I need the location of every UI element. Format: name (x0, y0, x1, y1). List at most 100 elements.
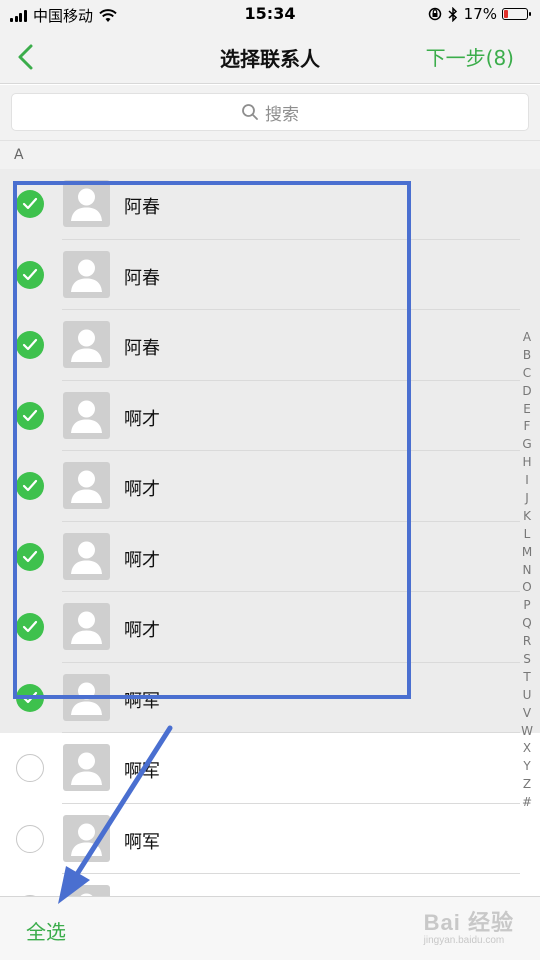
search-input[interactable]: 搜索 (11, 93, 529, 131)
select-checkbox[interactable] (16, 542, 44, 571)
index-letter[interactable]: M (518, 543, 536, 561)
person-placeholder-icon (71, 823, 102, 856)
index-letter[interactable]: J (518, 489, 536, 507)
index-letter[interactable]: Q (518, 614, 536, 632)
checkmark-icon (22, 268, 38, 280)
avatar (63, 391, 110, 439)
avatar (63, 462, 110, 509)
select-checkbox[interactable] (16, 613, 44, 641)
contact-name: 阿春 (124, 338, 160, 359)
bottom-toolbar: 全选 Bai 经验 jingyan.baidu.com (0, 896, 540, 960)
select-checkbox[interactable] (16, 472, 44, 500)
contact-name: 阿春 (124, 267, 160, 289)
checkmark-icon (22, 691, 38, 703)
avatar (63, 250, 110, 298)
avatar (63, 180, 110, 227)
battery-level-fill (504, 10, 508, 18)
person-placeholder-icon (71, 682, 102, 715)
avatar (63, 321, 110, 368)
index-letter[interactable]: K (518, 507, 536, 525)
contact-row[interactable]: 啊军 (0, 662, 540, 733)
contact-row[interactable]: 阿春 (0, 239, 540, 310)
index-letter[interactable]: E (518, 400, 536, 418)
select-checkbox[interactable] (16, 331, 44, 359)
select-checkbox[interactable] (16, 401, 44, 430)
watermark-logo-text: Bai 经验 (423, 910, 514, 935)
contact-row[interactable]: 阿春 (0, 310, 540, 381)
avatar (63, 673, 110, 721)
index-letter[interactable]: C (518, 364, 536, 382)
index-letter[interactable]: I (518, 471, 536, 489)
battery-icon (502, 8, 531, 20)
index-letter[interactable]: R (518, 632, 536, 650)
index-letter[interactable]: S (518, 650, 536, 668)
contact-row[interactable]: 阿春 (0, 169, 540, 240)
search-area: 搜索 (0, 85, 540, 141)
section-header: A (0, 141, 540, 169)
contact-name: 啊军 (124, 831, 160, 853)
contact-row[interactable]: 啊才 (0, 451, 540, 522)
index-letter[interactable]: Z (518, 775, 536, 793)
index-letter[interactable]: O (518, 578, 536, 596)
index-letter[interactable]: P (518, 596, 536, 614)
checkmark-icon (22, 620, 38, 633)
watermark-url: jingyan.baidu.com (423, 935, 505, 946)
index-letter[interactable]: L (518, 525, 536, 543)
search-icon (242, 104, 258, 120)
avatar (63, 744, 110, 791)
index-letter[interactable]: T (518, 668, 536, 686)
contact-row[interactable]: 啊军 (0, 803, 540, 874)
contact-name: 阿春 (124, 197, 160, 218)
contact-row[interactable]: 啊才 (0, 380, 540, 451)
person-placeholder-icon (71, 259, 102, 292)
index-letter[interactable]: U (518, 686, 536, 704)
index-letter[interactable]: Y (518, 757, 536, 775)
search-placeholder: 搜索 (265, 104, 299, 125)
index-letter[interactable]: # (518, 793, 536, 811)
checkmark-icon (22, 409, 38, 421)
select-checkbox[interactable] (16, 260, 44, 289)
person-placeholder-icon (71, 400, 102, 433)
index-letter[interactable]: B (518, 346, 536, 364)
contact-name: 啊才 (124, 479, 160, 500)
navigation-bar: 选择联系人 下一步(8) (0, 30, 540, 84)
index-letter[interactable]: A (518, 328, 536, 346)
person-placeholder-icon (71, 611, 102, 644)
index-letter[interactable]: W (518, 722, 536, 740)
baidu-watermark: Bai 经验 jingyan.baidu.com (424, 905, 514, 946)
person-placeholder-icon (71, 188, 102, 221)
contact-name: 啊军 (124, 690, 160, 712)
contact-row[interactable]: 啊才 (0, 592, 540, 663)
person-placeholder-icon (71, 541, 102, 574)
checkmark-icon (22, 479, 38, 492)
contact-list: 阿春 阿春 阿春 啊才 啊才 啊才 啊才 啊军 啊军 啊军 (0, 169, 540, 899)
index-letter[interactable]: H (518, 453, 536, 471)
alphabet-index-bar[interactable]: A B C D E F G H I J K L M N O P Q R S T U V W X Y Z # (518, 328, 536, 811)
select-checkbox[interactable] (16, 190, 44, 218)
select-checkbox[interactable] (16, 683, 44, 712)
index-letter[interactable]: X (518, 739, 536, 757)
index-letter[interactable]: V (518, 704, 536, 722)
section-letter: A (14, 147, 24, 163)
index-letter[interactable]: F (518, 417, 536, 435)
index-letter[interactable]: D (518, 382, 536, 400)
contact-row[interactable]: 啊军 (0, 733, 540, 804)
avatar (63, 814, 110, 862)
select-all-button[interactable]: 全选 (26, 916, 66, 945)
index-letter[interactable]: G (518, 435, 536, 453)
orientation-lock-icon (428, 7, 441, 21)
person-placeholder-icon (71, 470, 102, 503)
contact-name: 啊才 (124, 620, 160, 641)
person-placeholder-icon (71, 329, 102, 362)
select-checkbox[interactable] (16, 824, 44, 853)
avatar (63, 532, 110, 580)
checkmark-icon (22, 338, 38, 351)
contact-name: 啊才 (124, 549, 160, 571)
person-placeholder-icon (71, 752, 102, 785)
contact-row[interactable]: 啊才 (0, 521, 540, 592)
checkmark-icon (22, 550, 38, 562)
select-checkbox[interactable] (16, 754, 44, 782)
bluetooth-icon (448, 6, 457, 22)
index-letter[interactable]: N (518, 561, 536, 579)
next-step-button[interactable]: 下一步(8) (426, 42, 514, 71)
